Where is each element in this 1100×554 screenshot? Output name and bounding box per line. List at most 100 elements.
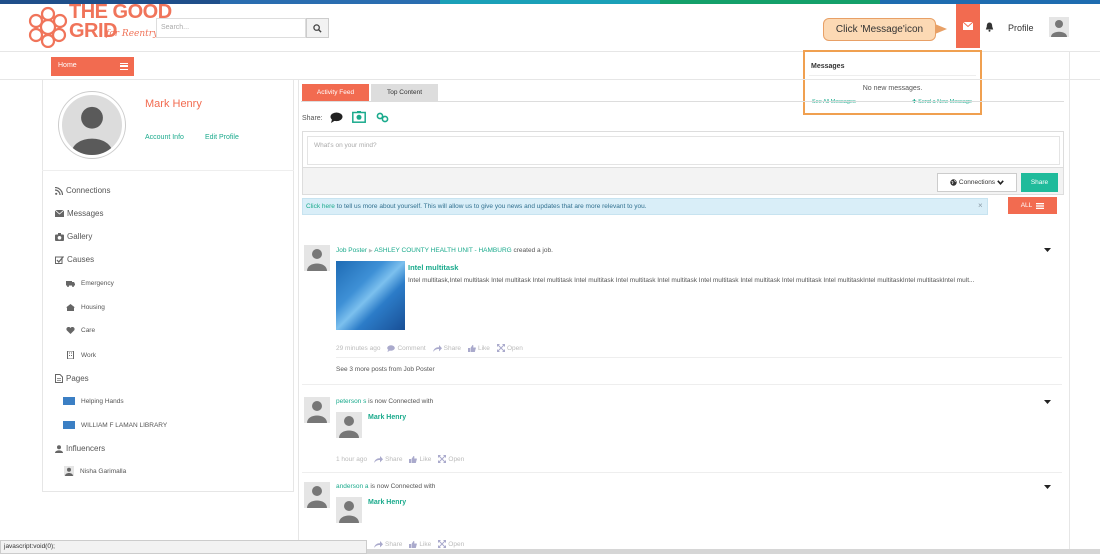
connected-user-link[interactable]: Mark Henry xyxy=(368,414,406,421)
cause-item-work[interactable]: Work xyxy=(66,351,96,359)
share-label: Share xyxy=(385,540,403,548)
page-item-laman-library[interactable]: WILLIAM F LAMAN LIBRARY xyxy=(63,421,167,429)
profile-link[interactable]: Profile xyxy=(1008,23,1034,33)
caret-down-icon[interactable] xyxy=(1044,400,1051,405)
cause-label: Emergency xyxy=(81,280,114,287)
job-title-link[interactable]: Intel multitask xyxy=(408,263,458,272)
caret-down-icon[interactable] xyxy=(1044,248,1051,253)
search-input[interactable]: Search... xyxy=(156,18,306,38)
account-info-link[interactable]: Account Info xyxy=(145,134,184,141)
influencer-item[interactable]: Nisha Garimalla xyxy=(64,466,126,476)
messages-dropdown: Messages No new messages. See All Messag… xyxy=(803,50,982,115)
influencer-label: Nisha Garimalla xyxy=(80,467,127,475)
tell-us-more-link[interactable]: Click here xyxy=(306,203,335,210)
thumbs-up-icon xyxy=(409,540,418,548)
profile-name[interactable]: Mark Henry xyxy=(145,98,202,110)
share-action[interactable]: Share xyxy=(374,455,402,463)
connected-user-avatar[interactable] xyxy=(336,412,362,438)
post-author-link[interactable]: anderson a xyxy=(336,483,369,490)
cause-item-care[interactable]: Care xyxy=(66,327,95,334)
sidebar-item-pages[interactable]: Pages xyxy=(55,374,89,383)
post-action-text: is now Connected with xyxy=(368,483,436,490)
feed-divider xyxy=(302,472,1062,473)
like-label: Like xyxy=(419,455,432,463)
photo-icon[interactable] xyxy=(352,111,366,123)
share-action[interactable]: Share xyxy=(374,540,403,548)
sidebar-item-label: Messages xyxy=(67,209,104,218)
bell-icon[interactable] xyxy=(985,22,994,32)
user-silhouette-icon xyxy=(307,249,327,271)
send-new-message-label: Send a New Message xyxy=(918,99,972,105)
ambulance-icon xyxy=(66,281,75,287)
open-action[interactable]: Open xyxy=(496,344,523,352)
avatar[interactable] xyxy=(1049,17,1069,37)
content-left-border xyxy=(298,80,299,554)
post-author-link[interactable]: Job Poster xyxy=(336,247,367,254)
user-silhouette-icon xyxy=(307,486,327,508)
connected-user-avatar[interactable] xyxy=(336,497,362,523)
instruction-callout: Click 'Message'icon xyxy=(823,18,936,41)
user-silhouette-icon xyxy=(307,401,327,423)
sidebar-item-messages[interactable]: Messages xyxy=(55,209,103,218)
post-action-text: is now Connected with xyxy=(366,398,434,405)
page-label: WILLIAM F LAMAN LIBRARY xyxy=(81,421,168,429)
link-icon[interactable] xyxy=(376,112,389,123)
post-author-avatar[interactable] xyxy=(304,482,330,508)
page-label: Helping Hands xyxy=(81,397,124,405)
home-button[interactable]: Home xyxy=(51,57,134,76)
audience-dropdown[interactable]: Connections xyxy=(937,173,1017,192)
tab-activity-feed[interactable]: Activity Feed xyxy=(302,84,369,101)
page-thumbnail xyxy=(63,397,75,405)
alert-text: to tell us more about yourself. This wil… xyxy=(334,203,647,210)
like-label: Like xyxy=(419,540,432,548)
job-image[interactable] xyxy=(336,261,405,330)
alert-close-button[interactable]: × xyxy=(978,201,983,210)
logo-flower-icon[interactable] xyxy=(28,6,68,48)
like-action[interactable]: Like xyxy=(409,455,432,463)
checkbox-icon xyxy=(55,255,64,264)
comment-icon xyxy=(387,344,396,352)
see-more-posts-link[interactable]: See 3 more posts from Job Poster xyxy=(336,366,435,373)
tab-top-content[interactable]: Top Content xyxy=(371,84,438,101)
audience-label: Connections xyxy=(958,179,996,186)
like-action[interactable]: Like xyxy=(468,344,490,352)
comment-action[interactable]: Comment xyxy=(387,344,426,352)
sidebar-item-influencers[interactable]: Influencers xyxy=(55,444,105,453)
post-timestamp: 1 hour ago xyxy=(336,455,368,463)
speech-bubble-icon[interactable] xyxy=(330,112,343,123)
feed-filter-all-button[interactable]: ALL xyxy=(1008,197,1057,214)
user-silhouette-icon xyxy=(71,106,113,155)
post-author-link[interactable]: peterson s xyxy=(336,398,366,405)
send-new-message-link[interactable]: ✚ Send a New Message xyxy=(912,99,972,105)
share-icon xyxy=(374,540,383,548)
sidebar-item-label: Connections xyxy=(66,186,111,195)
share-action[interactable]: Share xyxy=(432,344,461,352)
connected-user-link[interactable]: Mark Henry xyxy=(368,499,406,506)
edit-profile-link[interactable]: Edit Profile xyxy=(205,134,239,141)
share-icon xyxy=(432,344,442,352)
status-textarea[interactable]: What's on your mind? xyxy=(307,136,1060,165)
post-author-avatar[interactable] xyxy=(304,245,330,271)
like-action[interactable]: Like xyxy=(409,540,432,548)
sidebar-item-causes[interactable]: Causes xyxy=(55,255,94,264)
post-target-link[interactable]: ASHLEY COUNTY HEALTH UNIT - HAMBURG xyxy=(374,247,512,254)
caret-down-icon[interactable] xyxy=(1044,485,1051,490)
sidebar-item-connections[interactable]: Connections xyxy=(55,186,110,195)
page-item-helping-hands[interactable]: Helping Hands xyxy=(63,397,124,405)
sidebar-item-gallery[interactable]: Gallery xyxy=(55,232,92,241)
profile-photo[interactable] xyxy=(59,92,125,158)
job-description: Intel multitask,Intel multitask Intel mu… xyxy=(408,277,975,284)
cause-item-emergency[interactable]: Emergency xyxy=(66,280,114,287)
thumbs-up-icon xyxy=(409,455,418,463)
envelope-icon xyxy=(963,22,973,30)
share-post-button[interactable]: Share xyxy=(1021,173,1058,192)
user-icon xyxy=(55,444,63,453)
search-icon xyxy=(313,23,322,33)
see-all-messages-link[interactable]: See All Messages xyxy=(812,99,856,105)
post-author-avatar[interactable] xyxy=(304,397,330,423)
cause-item-housing[interactable]: Housing xyxy=(66,304,105,311)
messages-button[interactable] xyxy=(956,4,980,48)
open-action[interactable]: Open xyxy=(438,540,464,548)
open-action[interactable]: Open xyxy=(438,455,464,463)
search-button[interactable] xyxy=(306,18,329,38)
